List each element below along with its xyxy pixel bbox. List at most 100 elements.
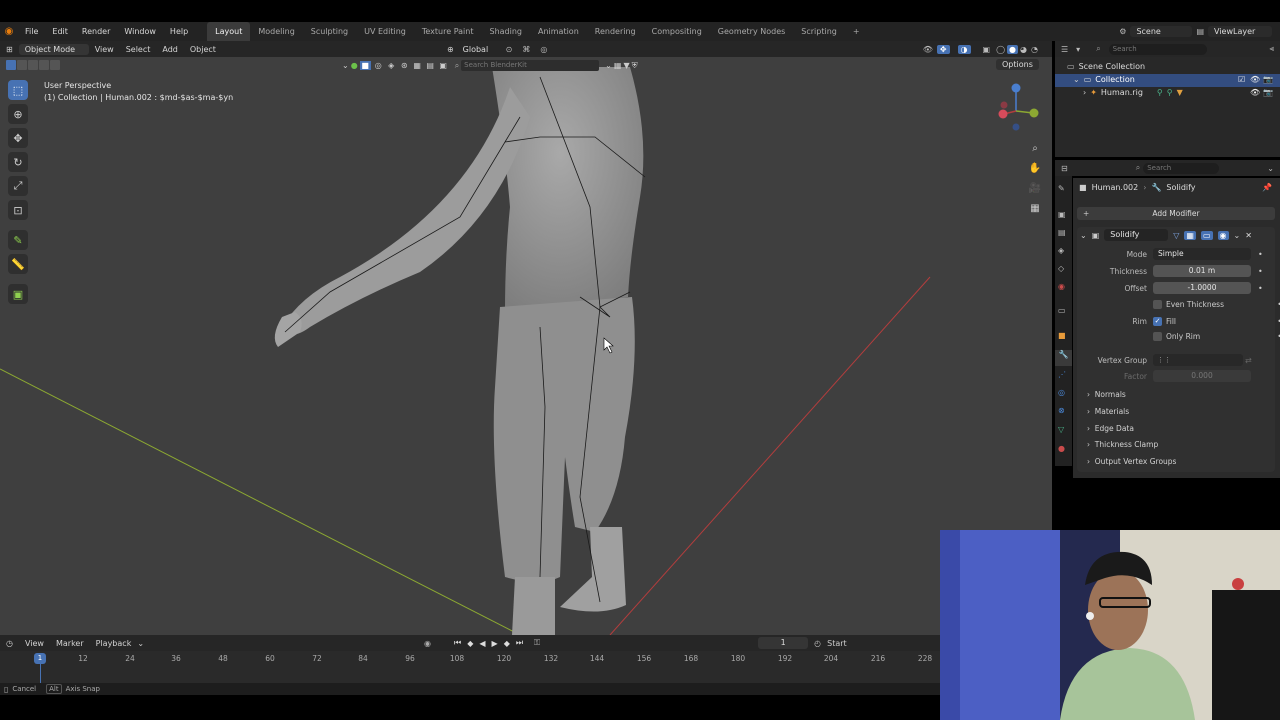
- auto-keying-icon[interactable]: ◉: [424, 639, 431, 648]
- invert-vertex-group-icon[interactable]: ⇄: [1245, 356, 1252, 365]
- tab-scripting[interactable]: Scripting: [793, 22, 845, 41]
- menu-file[interactable]: File: [18, 22, 45, 41]
- properties-editor-icon[interactable]: ⊟: [1055, 164, 1074, 173]
- tab-geometry-nodes[interactable]: Geometry Nodes: [710, 22, 793, 41]
- menu-help[interactable]: Help: [163, 22, 195, 41]
- start-frame-label[interactable]: Start: [827, 639, 847, 648]
- annotate-tool-icon[interactable]: ✎: [8, 230, 28, 250]
- select-extend-icon[interactable]: [17, 60, 27, 70]
- object-menu[interactable]: Object: [184, 45, 222, 54]
- asset-type-brush-icon[interactable]: ◈: [386, 61, 397, 70]
- frame-ruler[interactable]: 1 12 24 36 48 60 72 84 96 108 120 132 14…: [0, 651, 940, 685]
- normals-section[interactable]: › Normals: [1087, 390, 1126, 399]
- visibility-icon[interactable]: 👁: [919, 45, 937, 54]
- select-subtract-icon[interactable]: [28, 60, 38, 70]
- tool-tab-icon[interactable]: ✎: [1058, 184, 1065, 193]
- offset-field[interactable]: -1.0000: [1153, 282, 1251, 294]
- jump-end-icon[interactable]: ⏭: [513, 638, 526, 648]
- pivot-icon[interactable]: ⊙: [501, 45, 518, 54]
- tab-texture-paint[interactable]: Texture Paint: [414, 22, 482, 41]
- current-frame-field[interactable]: 1: [758, 637, 809, 649]
- camera-view-icon[interactable]: 🎥: [1026, 179, 1044, 197]
- collection-visibility-icon[interactable]: 👁: [1250, 75, 1260, 84]
- outliner-collection[interactable]: Collection: [1095, 75, 1135, 84]
- viewport-options-button[interactable]: Options: [996, 59, 1039, 70]
- tab-sculpting[interactable]: Sculpting: [303, 22, 356, 41]
- zoom-icon[interactable]: ⌕: [1026, 139, 1044, 157]
- measure-tool-icon[interactable]: 📏: [8, 254, 28, 274]
- only-rim-checkbox[interactable]: [1153, 331, 1162, 341]
- particles-tab-icon[interactable]: ⋰: [1058, 370, 1066, 379]
- navigation-gizmo[interactable]: [992, 81, 1040, 133]
- properties-options-icon[interactable]: ⌄: [1267, 164, 1280, 173]
- timeline-marker-menu[interactable]: Marker: [50, 639, 90, 648]
- play-icon[interactable]: ▶: [489, 639, 501, 648]
- modifier-tab-icon[interactable]: 🔧: [1055, 350, 1072, 366]
- render-tab-icon[interactable]: ▣: [1058, 210, 1066, 219]
- asset-type-material-icon[interactable]: ◎: [373, 61, 384, 70]
- material-shading-icon[interactable]: ◕: [1018, 45, 1029, 54]
- tab-layout[interactable]: Layout: [207, 22, 251, 41]
- blender-logo-icon[interactable]: ◉: [0, 26, 18, 37]
- wireframe-shading-icon[interactable]: ◯: [994, 45, 1007, 54]
- transform-tool-icon[interactable]: ⊡: [8, 200, 28, 220]
- play-reverse-icon[interactable]: ◀: [476, 639, 488, 648]
- collapse-icon[interactable]: ⌄: [1080, 231, 1087, 240]
- collection-checkbox-icon[interactable]: ☑: [1238, 75, 1245, 84]
- mode-dropdown[interactable]: Simple: [1153, 248, 1251, 260]
- scene-selector[interactable]: Scene: [1130, 26, 1193, 37]
- add-modifier-button[interactable]: + Add Modifier: [1077, 207, 1275, 220]
- tab-compositing[interactable]: Compositing: [644, 22, 710, 41]
- viewport-toggle-icon[interactable]: ▭: [1200, 230, 1213, 240]
- blenderkit-logo-icon[interactable]: ●: [351, 61, 358, 70]
- fill-checkbox[interactable]: ✓: [1153, 316, 1162, 326]
- world-tab-icon[interactable]: ◉: [1058, 282, 1065, 291]
- tab-animation[interactable]: Animation: [530, 22, 587, 41]
- output-tab-icon[interactable]: ▤: [1058, 228, 1066, 237]
- keyframe-dot-icon[interactable]: •: [1258, 267, 1263, 276]
- even-thickness-checkbox[interactable]: [1153, 299, 1162, 309]
- jump-keyframe-forward-icon[interactable]: ◆: [501, 639, 513, 648]
- materials-section[interactable]: › Materials: [1087, 407, 1129, 416]
- asset-type-hdr-icon[interactable]: ⊛: [399, 61, 410, 70]
- close-icon[interactable]: ✕: [1245, 231, 1252, 240]
- on-cage-icon[interactable]: ▽: [1173, 231, 1179, 240]
- properties-search-input[interactable]: Search: [1143, 162, 1220, 174]
- select-box-tool-icon[interactable]: ⬚: [8, 80, 28, 100]
- add-workspace-button[interactable]: +: [845, 22, 868, 41]
- timeline-editor-icon[interactable]: ◷: [0, 639, 19, 648]
- object-render-icon[interactable]: 📷: [1263, 88, 1273, 97]
- modifier-name-field[interactable]: Solidify: [1104, 229, 1169, 241]
- funnel-icon[interactable]: ⫷: [1269, 44, 1274, 54]
- mode-selector[interactable]: Object Mode: [18, 43, 89, 55]
- vertex-group-field[interactable]: ⋮⋮: [1153, 354, 1243, 366]
- pin-icon[interactable]: 📌: [1262, 183, 1272, 192]
- expand-icon[interactable]: ⌄: [1073, 75, 1080, 84]
- collection-render-icon[interactable]: 📷: [1263, 75, 1273, 84]
- menu-window[interactable]: Window: [117, 22, 163, 41]
- snap-icon[interactable]: ⌘: [517, 45, 535, 54]
- dropdown-icon[interactable]: ⌄: [1234, 231, 1241, 240]
- select-menu[interactable]: Select: [120, 45, 157, 54]
- asset-type-print-icon[interactable]: ▤: [425, 61, 436, 70]
- asset-type-scene-icon[interactable]: ▦: [412, 61, 423, 70]
- expand-icon[interactable]: ›: [1083, 88, 1086, 97]
- asset-type-addon-icon[interactable]: ▣: [438, 61, 449, 70]
- filter-icon[interactable]: ▼: [623, 61, 629, 70]
- outliner-editor-icon[interactable]: ☰: [1061, 45, 1068, 54]
- object-tab-icon[interactable]: ■: [1058, 331, 1066, 340]
- scale-tool-icon[interactable]: ⤢: [8, 176, 28, 196]
- keyframe-dot-icon[interactable]: •: [1258, 250, 1263, 259]
- edge-data-section[interactable]: › Edge Data: [1087, 424, 1134, 433]
- add-cube-tool-icon[interactable]: ▣: [8, 284, 28, 304]
- 3d-viewport[interactable]: User Perspective (1) Collection | Human.…: [0, 57, 1052, 635]
- add-menu[interactable]: Add: [156, 45, 184, 54]
- xray-icon[interactable]: ▣: [979, 45, 995, 54]
- tab-shading[interactable]: Shading: [481, 22, 530, 41]
- material-tab-icon[interactable]: ●: [1058, 444, 1065, 453]
- proportional-edit-icon[interactable]: ◎: [535, 45, 552, 54]
- object-visibility-icon[interactable]: 👁: [1250, 88, 1260, 97]
- chevron-down-icon[interactable]: ⌄: [605, 61, 612, 70]
- collection-tab-icon[interactable]: ▭: [1058, 306, 1066, 315]
- factor-field[interactable]: 0.000: [1153, 370, 1251, 382]
